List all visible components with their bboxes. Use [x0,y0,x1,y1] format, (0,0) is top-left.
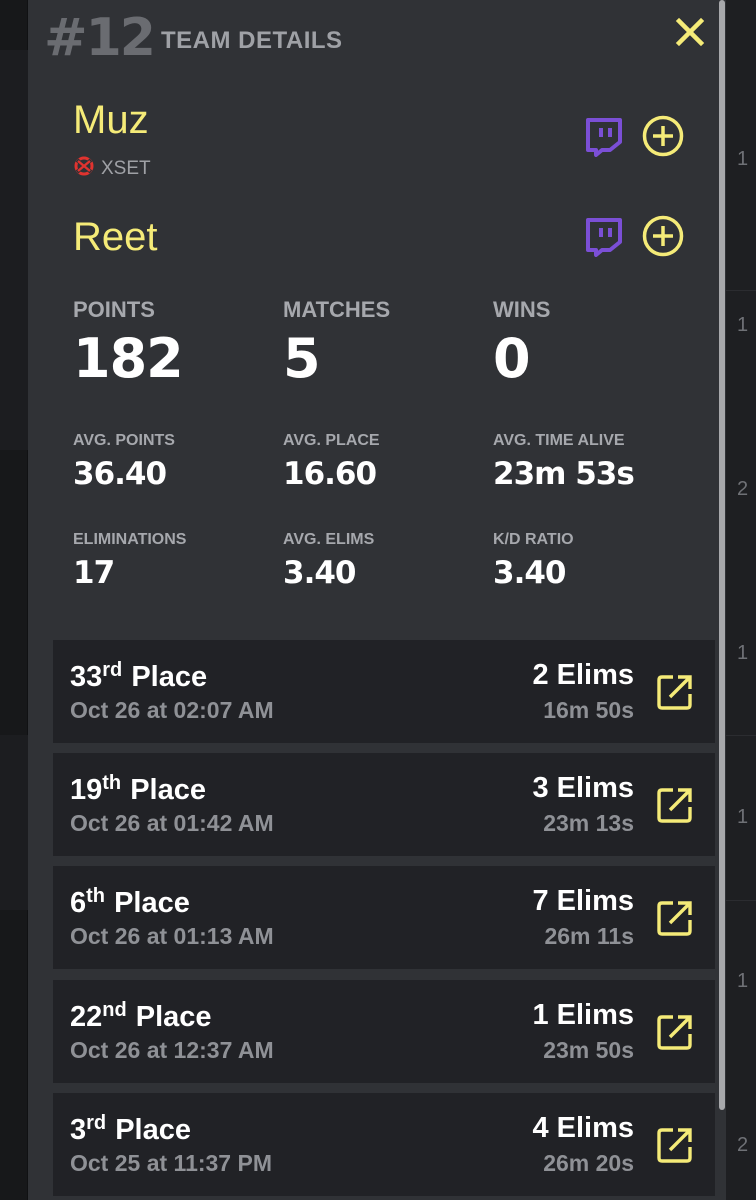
team-name: XSET [101,157,151,179]
background-divider [726,290,756,291]
match-date: Oct 26 at 01:13 AM [70,923,274,949]
match-place: 33rd Place [70,659,207,694]
place-number: 33 [70,661,103,693]
match-elims: 1 Elims [532,999,634,1031]
panel-title: TEAM DETAILS [161,27,343,54]
stat-eliminations: ELIMINATIONS 17 [73,531,186,591]
background-edge-digit: 1 [737,314,749,336]
stat-avg-elims: AVG. ELIMS 3.40 [283,531,374,591]
match-row[interactable]: 22nd Place Oct 26 at 12:37 AM 1 Elims 23… [53,980,715,1083]
twitch-icon[interactable] [585,217,623,257]
match-elims: 2 Elims [532,659,634,691]
external-link-icon[interactable] [656,899,694,937]
place-word: Place [114,887,190,919]
background-edge-digit: 2 [737,478,749,500]
stat-label: AVG. POINTS [73,432,175,449]
stat-kd-ratio: K/D RATIO 3.40 [493,531,574,591]
match-elims: 4 Elims [532,1112,634,1144]
background-divider [726,735,756,736]
background-edge-digit: 1 [737,806,749,828]
match-place: 6th Place [70,885,190,920]
match-date: Oct 26 at 01:42 AM [70,810,274,836]
match-row[interactable]: 3rd Place Oct 25 at 11:37 PM 4 Elims 26m… [53,1093,715,1196]
close-icon[interactable] [670,12,710,52]
background-edge-digit: 1 [737,642,749,664]
external-link-icon[interactable] [656,786,694,824]
stat-value: 17 [73,555,115,591]
stat-label: MATCHES [283,297,391,322]
background-edge-digit: 2 [737,1134,749,1156]
background-left-shade [0,50,28,450]
stat-value: 0 [493,327,531,390]
place-word: Place [130,774,207,806]
stat-value: 5 [283,327,321,390]
match-time-alive: 23m 50s [543,1037,634,1063]
match-place: 3rd Place [70,1112,191,1147]
team-tag: XSET [73,155,151,182]
external-link-icon[interactable] [656,1013,694,1051]
match-row[interactable]: 6th Place Oct 26 at 01:13 AM 7 Elims 26m… [53,866,715,969]
background-edge-digit: 1 [737,970,749,992]
scrollbar[interactable] [719,0,725,1110]
place-suffix: th [102,772,122,794]
match-time-alive: 26m 11s [544,923,634,949]
stat-value: 3.40 [283,555,357,591]
stat-label: AVG. ELIMS [283,531,375,548]
stat-value: 16.60 [283,456,377,492]
plus-circle-icon[interactable] [641,214,685,258]
background-right-strip [726,0,756,1200]
stat-label: AVG. TIME ALIVE [493,432,625,449]
place-number: 22 [70,1001,103,1033]
place-word: Place [115,1114,191,1146]
place-number: 3 [70,1114,87,1146]
background-divider [726,900,756,901]
stat-value: 23m 53s [493,456,635,492]
stat-avg-points: AVG. POINTS 36.40 [73,432,175,492]
player-name[interactable]: Reet [73,215,158,260]
match-time-alive: 23m 13s [543,810,634,836]
stat-label: ELIMINATIONS [73,531,187,548]
match-date: Oct 25 at 11:37 PM [70,1150,272,1176]
place-number: 19 [70,774,103,806]
place-number: 6 [70,887,87,919]
match-time-alive: 16m 50s [543,697,634,723]
external-link-icon[interactable] [656,673,694,711]
match-elims: 3 Elims [532,772,634,804]
match-place: 19th Place [70,772,206,807]
match-place: 22nd Place [70,999,212,1034]
stat-points: POINTS 182 [73,297,184,390]
match-date: Oct 26 at 02:07 AM [70,697,274,723]
stat-value: 36.40 [73,456,167,492]
background-left-shade [0,735,28,910]
place-suffix: nd [102,999,127,1021]
stat-label: WINS [493,297,551,322]
player-name[interactable]: Muz [73,98,149,143]
team-rank: #12 [44,8,156,68]
stat-matches: MATCHES 5 [283,297,390,390]
stat-avg-time-alive: AVG. TIME ALIVE 23m 53s [493,432,635,492]
match-elims: 7 Elims [532,885,634,917]
plus-circle-icon[interactable] [641,114,685,158]
match-date: Oct 26 at 12:37 AM [70,1037,274,1063]
stat-label: K/D RATIO [493,531,574,548]
place-suffix: rd [86,1112,107,1134]
stat-value: 3.40 [493,555,566,591]
place-word: Place [135,1001,212,1033]
xset-logo-icon [73,155,95,182]
twitch-icon[interactable] [585,117,623,157]
team-details-panel: #12 TEAM DETAILS Muz XSET Reet POINTS 18… [28,0,726,1200]
match-time-alive: 26m 20s [543,1150,634,1176]
place-suffix: th [86,885,106,907]
stat-wins: WINS 0 [493,297,550,390]
place-suffix: rd [102,659,123,681]
match-row[interactable]: 19th Place Oct 26 at 01:42 AM 3 Elims 23… [53,753,715,856]
background-edge-digit: 1 [737,148,749,170]
external-link-icon[interactable] [656,1126,694,1164]
stat-label: AVG. PLACE [283,432,380,449]
place-word: Place [131,661,208,693]
match-row[interactable]: 33rd Place Oct 26 at 02:07 AM 2 Elims 16… [53,640,715,743]
stat-avg-place: AVG. PLACE 16.60 [283,432,380,492]
stat-value: 182 [73,327,184,390]
stat-label: POINTS [73,297,155,322]
